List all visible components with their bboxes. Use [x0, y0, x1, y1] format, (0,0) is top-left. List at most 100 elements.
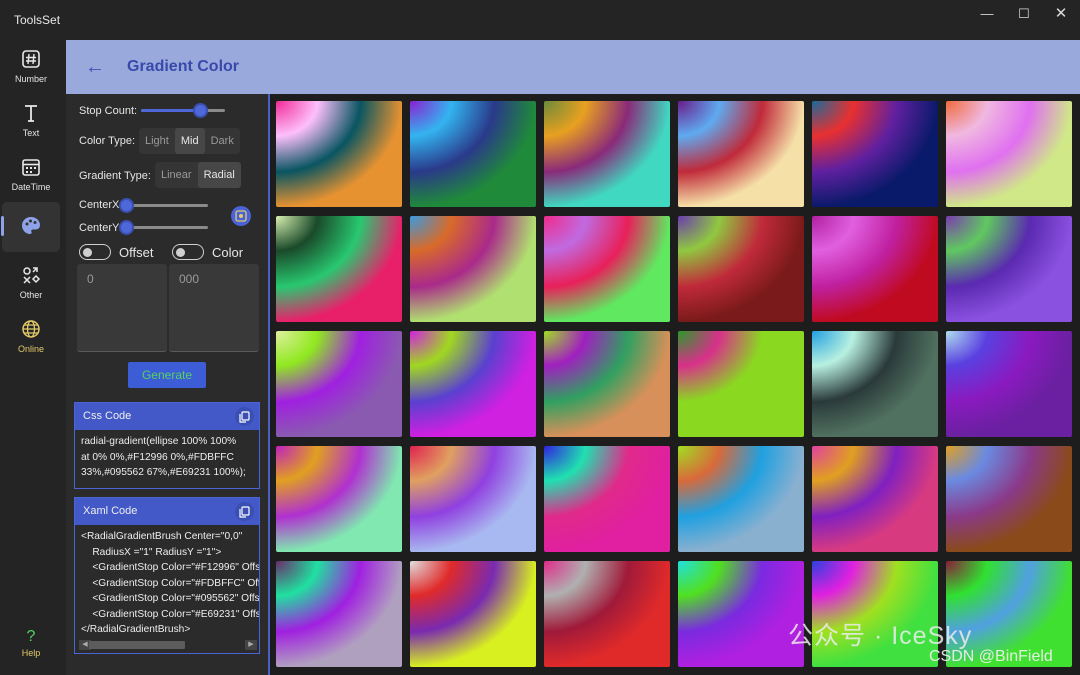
css-code-title: Css Code — [83, 410, 132, 422]
stop-count-slider-fill — [141, 109, 200, 112]
gradient-swatch[interactable] — [678, 101, 804, 207]
css-code-line: radial-gradient(ellipse 100% 100% — [81, 436, 237, 447]
nav-label-number: Number — [14, 74, 47, 84]
nav-label-datetime: DateTime — [11, 182, 51, 192]
color-toggle[interactable] — [172, 244, 204, 260]
center-x-slider[interactable] — [119, 198, 208, 213]
gradient-swatch[interactable] — [678, 561, 804, 667]
gradient-swatch[interactable] — [410, 101, 536, 207]
center-x-slider-thumb[interactable] — [119, 198, 134, 213]
gradient-type-option-linear[interactable]: Linear — [155, 162, 198, 188]
gradient-swatch[interactable] — [946, 446, 1072, 552]
scroll-right-icon[interactable]: ▶ — [245, 640, 257, 650]
xaml-code-line: <GradientStop Color="#F12996" Offset="0"… — [92, 562, 259, 573]
center-y-slider[interactable] — [119, 220, 208, 235]
xaml-horizontal-scrollbar[interactable]: ◀ ▶ — [79, 638, 257, 650]
maximize-button[interactable]: ☐ — [1009, 4, 1039, 24]
stop-count-slider[interactable] — [141, 103, 225, 118]
gradient-swatch[interactable] — [544, 446, 670, 552]
copy-icon — [239, 411, 250, 423]
gradient-swatch[interactable] — [544, 561, 670, 667]
xaml-code-header: Xaml Code — [75, 498, 259, 525]
gradient-swatch[interactable] — [812, 331, 938, 437]
nav-item-other[interactable]: Other — [2, 260, 60, 310]
window-titlebar: ToolsSet — ☐ ✕ — [0, 0, 1080, 40]
gradient-swatch[interactable] — [678, 216, 804, 322]
generate-button[interactable]: Generate — [128, 362, 206, 388]
center-y-label: CenterY: — [79, 222, 122, 234]
gradient-swatch[interactable] — [276, 331, 402, 437]
hash-icon — [22, 50, 40, 68]
stop-count-label: Stop Count: — [79, 105, 138, 117]
gradient-swatch[interactable] — [410, 331, 536, 437]
css-code-card: Css Code radial-gradient(ellipse 100% 10… — [74, 402, 260, 489]
gradient-swatch[interactable] — [946, 101, 1072, 207]
xaml-code-text[interactable]: <RadialGradientBrush Center="0,0" Radius… — [75, 525, 259, 635]
copy-css-button[interactable] — [235, 407, 254, 426]
xaml-code-line: <GradientStop Color="#FDBFFC" Offset="0.… — [92, 577, 259, 589]
gradient-swatch[interactable] — [812, 101, 938, 207]
gradient-swatch[interactable] — [410, 446, 536, 552]
stop-count-slider-thumb[interactable] — [192, 103, 208, 118]
back-button[interactable]: ← — [82, 54, 108, 80]
offset-label: Offset — [119, 245, 154, 260]
gradient-swatch[interactable] — [276, 216, 402, 322]
nav-item-online[interactable]: Online — [2, 314, 60, 364]
xaml-scrollbar-thumb[interactable] — [89, 641, 185, 649]
copy-icon — [239, 506, 250, 518]
gradient-type-label: Gradient Type: — [79, 170, 151, 182]
calendar-icon — [22, 159, 40, 176]
gradient-swatch[interactable] — [946, 216, 1072, 322]
color-type-option-mid[interactable]: Mid — [174, 128, 205, 154]
other-tools-icon — [23, 267, 41, 284]
xaml-code-line: <RadialGradientBrush Center="0,0" — [81, 531, 243, 542]
copy-xaml-button[interactable] — [235, 502, 254, 521]
pick-center-button[interactable] — [231, 206, 251, 226]
watermark-csdn: CSDN @BinField — [929, 648, 1053, 665]
offset-input[interactable]: 0 — [77, 264, 167, 352]
close-button[interactable]: ✕ — [1046, 4, 1076, 24]
color-type-selector: Light Mid Dark — [139, 128, 240, 154]
css-code-line: at 0% 0%,#F12996 0%,#FDBFFC — [81, 451, 234, 463]
app-title: ToolsSet — [14, 13, 61, 27]
xaml-code-line: RadiusX ="1" RadiusY ="1"> — [81, 546, 222, 558]
css-code-text[interactable]: radial-gradient(ellipse 100% 100% at 0% 0… — [75, 430, 259, 485]
gradient-swatch[interactable] — [812, 446, 938, 552]
gradient-swatch[interactable] — [678, 331, 804, 437]
gradient-type-option-radial[interactable]: Radial — [197, 162, 241, 188]
gradient-swatch[interactable] — [410, 561, 536, 667]
minimize-button[interactable]: — — [972, 4, 1002, 24]
gradient-swatch[interactable] — [276, 561, 402, 667]
nav-label-online: Online — [17, 344, 44, 354]
center-y-slider-thumb[interactable] — [119, 220, 134, 235]
gradient-swatch[interactable] — [946, 331, 1072, 437]
gradient-swatch[interactable] — [544, 101, 670, 207]
nav-item-number[interactable]: Number — [2, 44, 60, 94]
css-code-line: 33%,#095562 67%,#E69231 100%); — [81, 467, 246, 478]
gradient-swatch[interactable] — [276, 446, 402, 552]
xaml-code-line: <GradientStop Color="#095562" Offset="0.… — [92, 593, 259, 604]
gradient-swatch[interactable] — [812, 216, 938, 322]
center-x-label: CenterX: — [79, 199, 123, 211]
color-label: Color — [212, 245, 244, 260]
xaml-code-line: <GradientStop Color="#E69231" Offset="1"… — [92, 608, 259, 620]
palette-icon — [22, 217, 40, 234]
color-type-label: Color Type: — [79, 135, 136, 147]
help-icon: ? — [26, 628, 36, 645]
color-type-option-dark[interactable]: Dark — [205, 128, 240, 154]
color-type-option-light[interactable]: Light — [139, 128, 175, 154]
css-code-header: Css Code — [75, 403, 259, 430]
offset-toggle[interactable] — [79, 244, 111, 260]
gradient-swatch[interactable] — [276, 101, 402, 207]
target-icon — [235, 210, 247, 222]
nav-item-datetime[interactable]: DateTime — [2, 152, 60, 202]
gradient-swatch[interactable] — [678, 446, 804, 552]
gradient-swatch[interactable] — [410, 216, 536, 322]
color-input[interactable]: 000 — [169, 264, 259, 352]
nav-item-color[interactable] — [2, 202, 60, 252]
nav-item-help[interactable]: ? Help — [2, 626, 60, 670]
gradient-swatch[interactable] — [544, 331, 670, 437]
nav-item-text[interactable]: Text — [2, 98, 60, 148]
page-header: ← Gradient Color — [66, 40, 1080, 94]
gradient-swatch[interactable] — [544, 216, 670, 322]
